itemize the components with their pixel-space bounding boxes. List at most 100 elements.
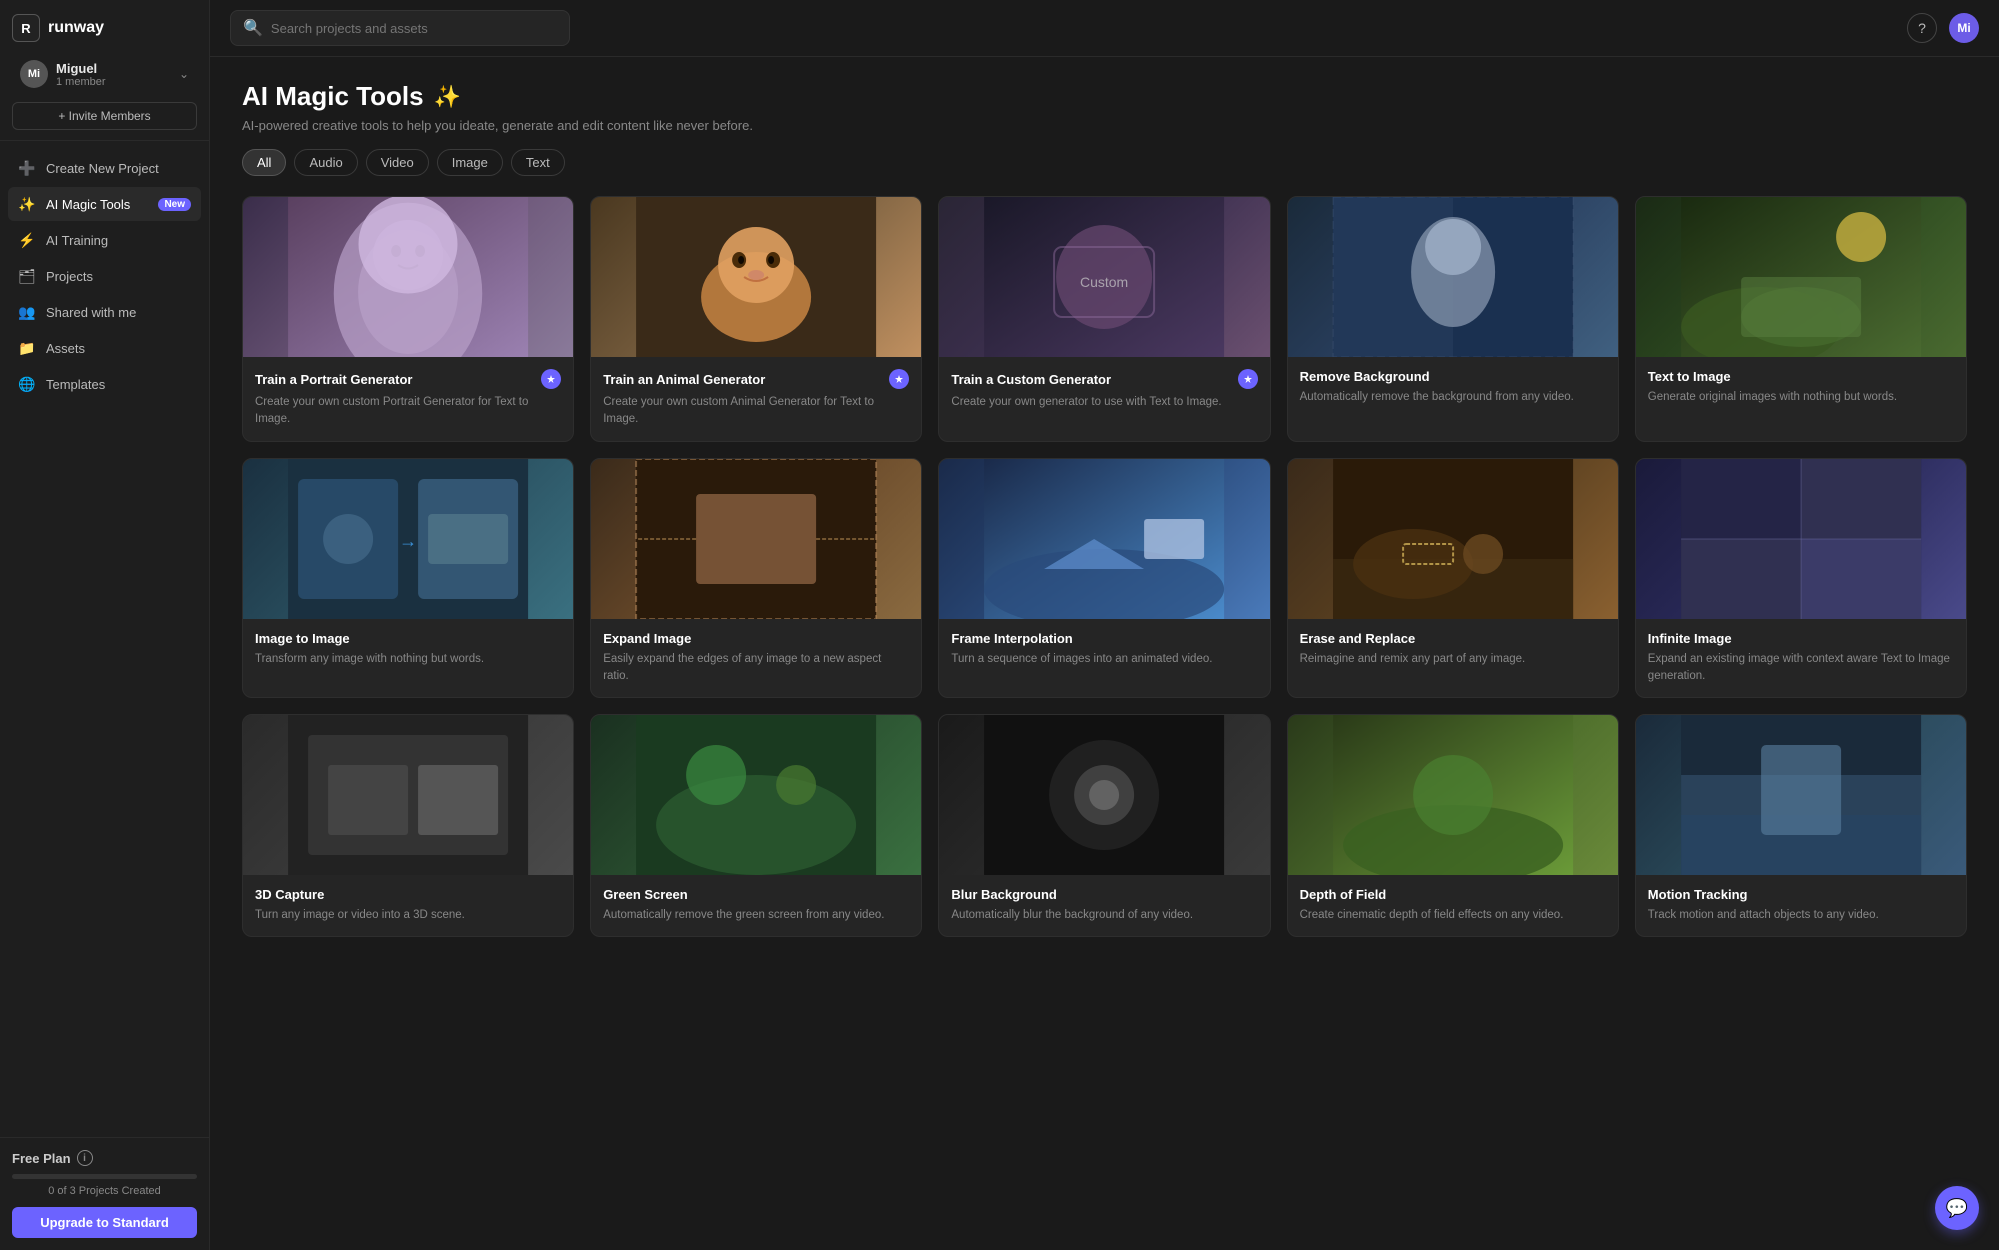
tool-desc-tool-row3-3: Automatically blur the background of any… xyxy=(951,907,1257,924)
tool-card-remove-background[interactable]: Remove Background Automatically remove t… xyxy=(1287,196,1619,442)
wand-icon: ✨ xyxy=(434,84,461,110)
tool-thumbnail-expand-image xyxy=(591,459,921,619)
tool-name-remove-background: Remove Background xyxy=(1300,369,1430,384)
sidebar-item-shared[interactable]: 👥 Shared with me xyxy=(8,295,201,329)
tool-thumbnail-text-to-image xyxy=(1636,197,1966,357)
tool-thumbnail-animal-generator xyxy=(591,197,921,357)
filter-tab-image[interactable]: Image xyxy=(437,149,503,176)
page-header: AI Magic Tools ✨ AI-powered creative too… xyxy=(242,81,1967,176)
tool-card-text-to-image[interactable]: Text to Image Generate original images w… xyxy=(1635,196,1967,442)
tool-desc-tool-row3-2: Automatically remove the green screen fr… xyxy=(603,907,909,924)
sidebar-nav: ➕ Create New Project ✨ AI Magic Tools Ne… xyxy=(0,141,209,1137)
info-icon[interactable]: i xyxy=(77,1150,93,1166)
tool-name-animal-generator: Train an Animal Generator xyxy=(603,372,765,387)
tool-desc-animal-generator: Create your own custom Animal Generator … xyxy=(603,394,909,429)
tool-card-portrait-generator[interactable]: Train a Portrait Generator Create your o… xyxy=(242,196,574,442)
search-icon: 🔍 xyxy=(243,18,263,38)
tool-name-frame-interpolation: Frame Interpolation xyxy=(951,631,1072,646)
tool-card-tool-row3-1[interactable]: 3D Capture Turn any image or video into … xyxy=(242,714,574,937)
tool-desc-text-to-image: Generate original images with nothing bu… xyxy=(1648,389,1954,406)
nav-icon-projects: 🗂 xyxy=(18,267,36,285)
filter-tab-video[interactable]: Video xyxy=(366,149,429,176)
tool-thumbnail-portrait-generator xyxy=(243,197,573,357)
tool-thumbnail-image-to-image: → xyxy=(243,459,573,619)
filter-tab-all[interactable]: All xyxy=(242,149,286,176)
nav-icon-ai-magic-tools: ✨ xyxy=(18,195,36,213)
tool-thumbnail-tool-row3-5 xyxy=(1636,715,1966,875)
sidebar-item-label-ai-training: AI Training xyxy=(46,233,108,248)
tool-desc-erase-replace: Reimagine and remix any part of any imag… xyxy=(1300,651,1606,668)
tool-card-tool-row3-2[interactable]: Green Screen Automatically remove the gr… xyxy=(590,714,922,937)
tool-card-frame-interpolation[interactable]: Frame Interpolation Turn a sequence of i… xyxy=(938,458,1270,699)
free-plan-label: Free Plan xyxy=(12,1151,71,1166)
nav-icon-create-project: ➕ xyxy=(18,159,36,177)
tool-name-tool-row3-2: Green Screen xyxy=(603,887,688,902)
tool-name-custom-generator: Train a Custom Generator xyxy=(951,372,1111,387)
sidebar-item-assets[interactable]: 📁 Assets xyxy=(8,331,201,365)
tool-card-tool-row3-5[interactable]: Motion Tracking Track motion and attach … xyxy=(1635,714,1967,937)
sidebar-item-templates[interactable]: 🌐 Templates xyxy=(8,367,201,401)
sidebar-item-label-shared: Shared with me xyxy=(46,305,136,320)
main-area: 🔍 ? Mi AI Magic Tools ✨ AI-powered creat… xyxy=(210,0,1999,1250)
tool-name-tool-row3-1: 3D Capture xyxy=(255,887,324,902)
sidebar-item-ai-magic-tools[interactable]: ✨ AI Magic Tools New xyxy=(8,187,201,221)
sidebar-item-projects[interactable]: 🗂 Projects xyxy=(8,259,201,293)
topbar: 🔍 ? Mi xyxy=(210,0,1999,57)
sidebar-bottom: Free Plan i 0 of 3 Projects Created Upgr… xyxy=(0,1137,209,1250)
sidebar-item-label-assets: Assets xyxy=(46,341,85,356)
projects-count: 0 of 3 Projects Created xyxy=(12,1185,197,1197)
svg-text:Custom: Custom xyxy=(1080,274,1128,290)
tool-name-infinite-image: Infinite Image xyxy=(1648,631,1732,646)
search-input[interactable] xyxy=(271,21,557,36)
tool-name-image-to-image: Image to Image xyxy=(255,631,350,646)
tool-desc-expand-image: Easily expand the edges of any image to … xyxy=(603,651,909,686)
tool-desc-infinite-image: Expand an existing image with context aw… xyxy=(1648,651,1954,686)
tool-name-text-to-image: Text to Image xyxy=(1648,369,1731,384)
tool-desc-remove-background: Automatically remove the background from… xyxy=(1300,389,1606,406)
sidebar-item-label-create-project: Create New Project xyxy=(46,161,159,176)
tool-card-animal-generator[interactable]: Train an Animal Generator Create your ow… xyxy=(590,196,922,442)
sidebar-item-label-ai-magic-tools: AI Magic Tools xyxy=(46,197,130,212)
user-avatar-top[interactable]: Mi xyxy=(1949,13,1979,43)
upgrade-button[interactable]: Upgrade to Standard xyxy=(12,1207,197,1238)
tool-card-tool-row3-4[interactable]: Depth of Field Create cinematic depth of… xyxy=(1287,714,1619,937)
tool-badge-animal-generator xyxy=(889,369,909,389)
sidebar: R runway Mi Miguel 1 member ⌄ + Invite M… xyxy=(0,0,210,1250)
tool-desc-custom-generator: Create your own generator to use with Te… xyxy=(951,394,1257,411)
tool-name-tool-row3-3: Blur Background xyxy=(951,887,1056,902)
sidebar-item-create-project[interactable]: ➕ Create New Project xyxy=(8,151,201,185)
tool-card-tool-row3-3[interactable]: Blur Background Automatically blur the b… xyxy=(938,714,1270,937)
progress-bar-bg xyxy=(12,1174,197,1179)
sidebar-item-label-templates: Templates xyxy=(46,377,105,392)
tool-desc-tool-row3-5: Track motion and attach objects to any v… xyxy=(1648,907,1954,924)
sidebar-item-label-projects: Projects xyxy=(46,269,93,284)
logo-icon: R xyxy=(12,14,40,42)
tool-desc-frame-interpolation: Turn a sequence of images into an animat… xyxy=(951,651,1257,668)
tool-thumbnail-tool-row3-3 xyxy=(939,715,1269,875)
tool-thumbnail-remove-background xyxy=(1288,197,1618,357)
logo-text: runway xyxy=(48,19,104,37)
search-box[interactable]: 🔍 xyxy=(230,10,570,46)
filter-tab-audio[interactable]: Audio xyxy=(294,149,357,176)
sidebar-top: R runway Mi Miguel 1 member ⌄ + Invite M… xyxy=(0,0,209,141)
tool-desc-image-to-image: Transform any image with nothing but wor… xyxy=(255,651,561,668)
page-title: AI Magic Tools xyxy=(242,81,424,112)
tool-card-infinite-image[interactable]: Infinite Image Expand an existing image … xyxy=(1635,458,1967,699)
tool-card-erase-replace[interactable]: Erase and Replace Reimagine and remix an… xyxy=(1287,458,1619,699)
help-button[interactable]: ? xyxy=(1907,13,1937,43)
tool-desc-portrait-generator: Create your own custom Portrait Generato… xyxy=(255,394,561,429)
svg-text:→: → xyxy=(399,531,417,551)
invite-members-button[interactable]: + Invite Members xyxy=(12,102,197,130)
tool-thumbnail-erase-replace xyxy=(1288,459,1618,619)
tool-card-expand-image[interactable]: Expand Image Easily expand the edges of … xyxy=(590,458,922,699)
tool-name-tool-row3-5: Motion Tracking xyxy=(1648,887,1748,902)
chat-button[interactable]: 💬 xyxy=(1935,1186,1979,1230)
filter-tab-text[interactable]: Text xyxy=(511,149,565,176)
tool-card-image-to-image[interactable]: → Image to Image Transform any image wit… xyxy=(242,458,574,699)
tool-thumbnail-tool-row3-1 xyxy=(243,715,573,875)
tool-name-tool-row3-4: Depth of Field xyxy=(1300,887,1387,902)
tool-card-custom-generator[interactable]: Custom Train a Custom Generator Create y… xyxy=(938,196,1270,442)
sidebar-item-ai-training[interactable]: ⚡ AI Training xyxy=(8,223,201,257)
user-area[interactable]: Mi Miguel 1 member ⌄ xyxy=(12,54,197,94)
tool-badge-custom-generator xyxy=(1238,369,1258,389)
